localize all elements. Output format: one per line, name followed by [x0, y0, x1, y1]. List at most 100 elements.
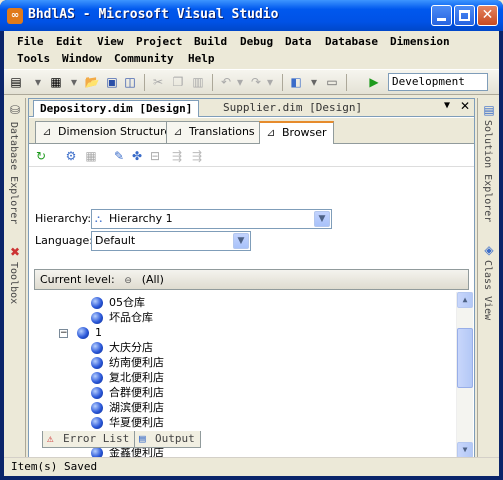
- tab-label: Browser: [282, 126, 327, 139]
- class-view-icon[interactable]: ◈: [481, 242, 497, 258]
- menu-view[interactable]: View: [97, 35, 124, 48]
- browser-icon: ⊿: [266, 126, 276, 139]
- member-properties-icon[interactable]: ✎: [111, 148, 127, 164]
- tab-supplier-design[interactable]: Supplier.dim [Design]: [217, 100, 368, 117]
- member-icon: [77, 327, 89, 339]
- menu-database[interactable]: Database: [325, 35, 378, 48]
- close-button[interactable]: ✕: [477, 5, 498, 26]
- menu-data[interactable]: Data: [285, 35, 312, 48]
- left-dock-bar: ⛁ Database Explorer ✖ Toolbox: [4, 98, 26, 463]
- tab-browser[interactable]: ⊿ Browser: [259, 121, 334, 144]
- browser-toolbar: ↻ ⚙ ▦ ✎ ✤ ⊟ ⇶ ⇶: [29, 145, 474, 167]
- menu-dimension[interactable]: Dimension: [390, 35, 450, 48]
- member-icon: [91, 342, 103, 354]
- window-position-icon[interactable]: ▼: [444, 100, 450, 111]
- tree-node-label: 纺南便利店: [109, 356, 164, 369]
- toolbox-icon[interactable]: ✖: [7, 244, 23, 260]
- close-document-icon[interactable]: ✕: [460, 99, 470, 113]
- solution-explorer-tab[interactable]: Solution Explorer: [482, 120, 493, 222]
- decrease-indent-icon[interactable]: ⇶: [189, 148, 205, 164]
- all-level-icon: ⊖: [124, 276, 132, 286]
- reconnect-icon[interactable]: ↻: [33, 148, 49, 164]
- solution-explorer-icon[interactable]: ▤: [481, 102, 497, 118]
- chevron-down-icon[interactable]: ▾: [232, 74, 248, 90]
- minimize-button[interactable]: [431, 5, 452, 26]
- menu-tools[interactable]: Tools: [17, 52, 50, 65]
- navigate-forward-icon[interactable]: ▭: [324, 74, 340, 90]
- menu-project[interactable]: Project: [136, 35, 182, 48]
- tree-node-label: 华夏便利店: [109, 416, 164, 429]
- menu-community[interactable]: Community: [114, 52, 174, 65]
- tab-label: Dimension Structure: [58, 125, 172, 138]
- language-select[interactable]: Default ▼: [91, 231, 251, 251]
- menu-build[interactable]: Build: [194, 35, 227, 48]
- chevron-down-icon[interactable]: ▾: [306, 74, 322, 90]
- tab-label: Output: [155, 432, 195, 445]
- menu-window[interactable]: Window: [62, 52, 102, 65]
- cut-icon[interactable]: ✂: [150, 74, 166, 90]
- filter-members-icon[interactable]: ▦: [83, 148, 99, 164]
- paste-icon[interactable]: ▥: [190, 74, 206, 90]
- member-icon: [91, 312, 103, 324]
- increase-indent-icon[interactable]: ⇶: [169, 148, 185, 164]
- menu-help[interactable]: Help: [188, 52, 215, 65]
- class-view-tab[interactable]: Class View: [482, 260, 493, 320]
- member-icon: [91, 387, 103, 399]
- current-level-value: (All): [141, 273, 164, 286]
- tab-translations[interactable]: ⊿ Translations: [166, 121, 262, 143]
- document-area: Depository.dim [Design] Supplier.dim [De…: [28, 98, 475, 460]
- hierarchy-value: Hierarchy 1: [109, 212, 173, 225]
- menu-file[interactable]: File: [17, 35, 44, 48]
- visual-studio-icon[interactable]: ∞: [7, 8, 23, 24]
- scroll-thumb[interactable]: [457, 328, 473, 388]
- maximize-button[interactable]: [454, 5, 475, 26]
- solution-configuration-select[interactable]: Development: [388, 73, 488, 91]
- add-item-icon[interactable]: ▦: [48, 74, 64, 90]
- language-label: Language:: [35, 234, 93, 247]
- chevron-down-icon[interactable]: ▾: [66, 74, 82, 90]
- save-all-icon[interactable]: ◫: [122, 74, 138, 90]
- navigate-backward-icon[interactable]: ◧: [288, 74, 304, 90]
- hierarchy-select[interactable]: ⛬ Hierarchy 1 ▼: [91, 209, 332, 229]
- tree-node-label: 坏品仓库: [109, 311, 153, 324]
- current-level-bar: Current level: ⊖ (All): [34, 269, 469, 290]
- copy-icon[interactable]: ❐: [170, 74, 186, 90]
- output-icon: ▤: [139, 432, 146, 445]
- tab-output[interactable]: ▤ Output: [134, 431, 201, 448]
- app-frame: File Edit View Project Build Debug Data Databas…: [4, 31, 499, 476]
- chevron-down-icon[interactable]: ▾: [30, 74, 46, 90]
- right-dock-bar: ▤ Solution Explorer ◈ Class View: [477, 98, 499, 463]
- title-bar[interactable]: ∞ BhdlAS - Microsoft Visual Studio ✕: [0, 0, 503, 31]
- toolbox-tab[interactable]: Toolbox: [8, 262, 19, 304]
- save-icon[interactable]: ▣: [104, 74, 120, 90]
- tab-depository-design[interactable]: Depository.dim [Design]: [33, 100, 200, 117]
- designer-tab-strip: ⊿ Dimension Structure ⊿ Translations ⊿ B…: [29, 118, 474, 144]
- tab-label: Error List: [63, 432, 130, 445]
- language-value: Default: [95, 234, 136, 247]
- menu-edit[interactable]: Edit: [56, 35, 83, 48]
- open-folder-icon[interactable]: 📂: [84, 74, 100, 90]
- dimension-structure-icon: ⊿: [42, 125, 52, 138]
- tree-node-label: 合群便利店: [109, 386, 164, 399]
- tree-node-label: 1: [95, 326, 102, 339]
- new-project-icon[interactable]: ▤: [8, 74, 24, 90]
- hierarchy-icon: ⛬: [95, 214, 102, 225]
- tree-node-label: 复北便利店: [109, 371, 164, 384]
- tree-node-label: 05仓库: [109, 296, 145, 309]
- tab-error-list[interactable]: ⚠ Error List: [42, 431, 136, 448]
- menu-debug[interactable]: Debug: [240, 35, 273, 48]
- tab-dimension-structure[interactable]: ⊿ Dimension Structure: [35, 121, 179, 143]
- start-debugging-icon[interactable]: ▶: [366, 74, 382, 90]
- chevron-down-icon[interactable]: ▼: [233, 233, 249, 249]
- chevron-down-icon[interactable]: ▼: [314, 211, 330, 227]
- writeback-icon[interactable]: ⊟: [147, 148, 163, 164]
- delete-member-icon[interactable]: ✤: [129, 148, 145, 164]
- window-title: BhdlAS - Microsoft Visual Studio: [28, 7, 279, 22]
- collapse-icon[interactable]: −: [59, 329, 68, 338]
- scroll-up-button[interactable]: ▲: [457, 292, 473, 308]
- database-explorer-icon[interactable]: ⛁: [7, 102, 23, 118]
- bottom-tool-tabs: ⚠ Error List ▤ Output: [24, 431, 471, 449]
- chevron-down-icon[interactable]: ▾: [262, 74, 278, 90]
- database-explorer-tab[interactable]: Database Explorer: [8, 122, 19, 224]
- add-member-icon[interactable]: ⚙: [63, 148, 79, 164]
